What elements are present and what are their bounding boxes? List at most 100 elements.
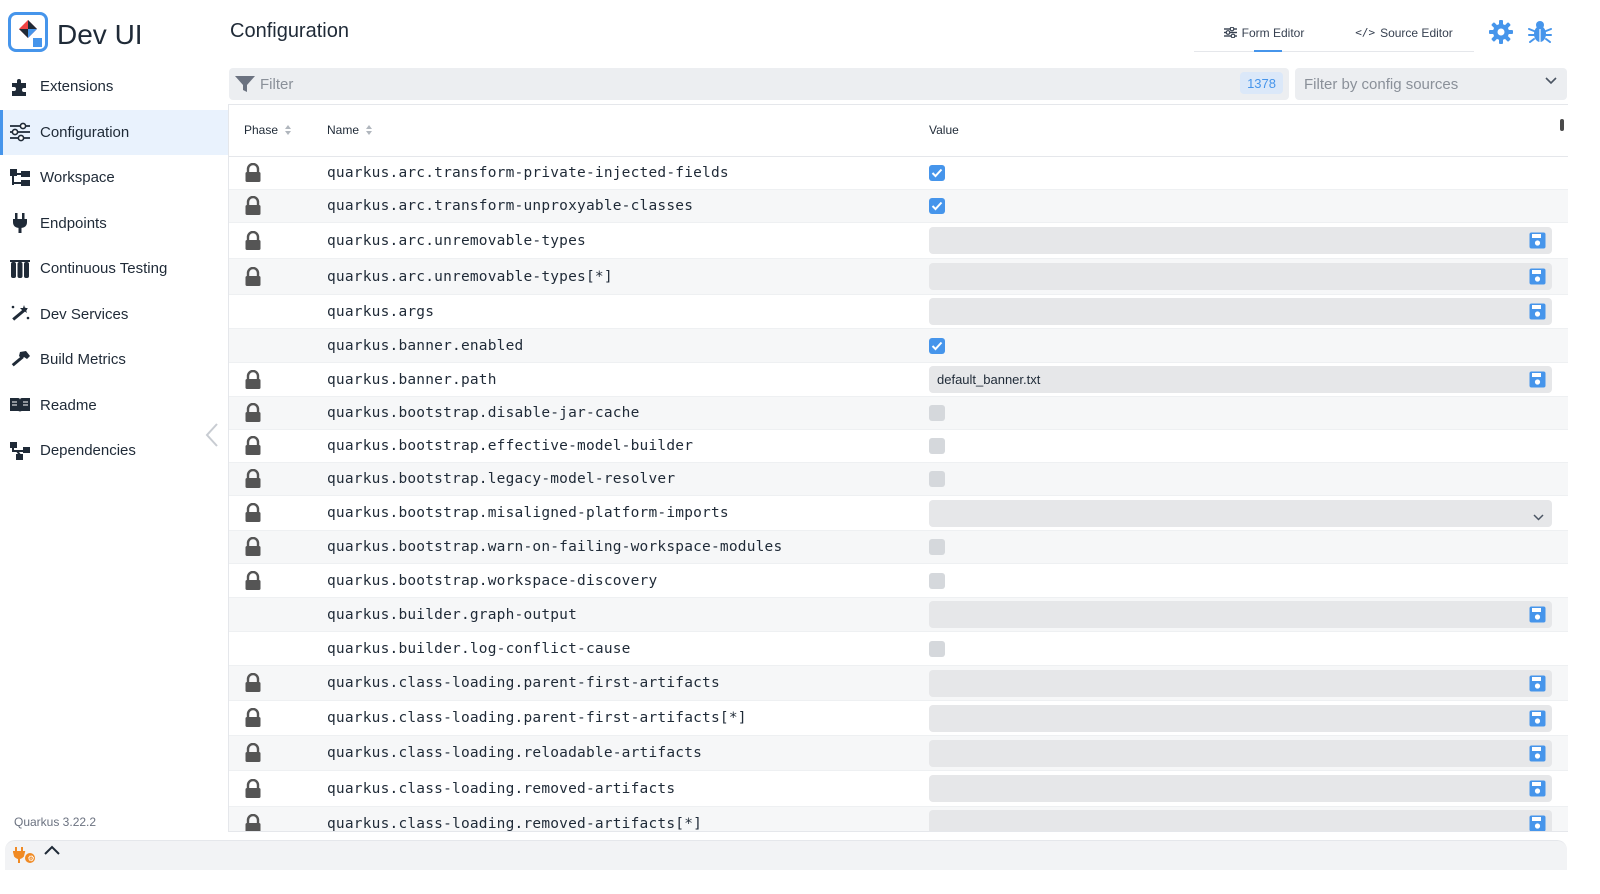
config-value-field[interactable] bbox=[929, 227, 1552, 254]
config-value-field[interactable] bbox=[929, 601, 1552, 628]
table-row: quarkus.arc.unremovable-types bbox=[229, 223, 1568, 259]
hammer-icon bbox=[9, 350, 31, 370]
tab-form-editor-label: Form Editor bbox=[1241, 25, 1305, 40]
table-row: quarkus.banner.enabled bbox=[229, 329, 1568, 363]
lock-icon bbox=[244, 502, 262, 523]
quarkus-logo-icon bbox=[8, 12, 48, 52]
sidebar-item-extensions[interactable]: Extensions bbox=[0, 64, 228, 110]
save-icon[interactable] bbox=[1529, 232, 1546, 249]
chevron-down-icon bbox=[1533, 509, 1544, 524]
sidebar-item-workspace[interactable]: Workspace bbox=[0, 155, 228, 201]
sidebar-item-readme[interactable]: Readme bbox=[0, 383, 228, 429]
save-icon[interactable] bbox=[1529, 268, 1546, 285]
column-header-phase[interactable]: Phase bbox=[244, 123, 292, 137]
column-phase-label: Phase bbox=[244, 123, 279, 137]
save-icon[interactable] bbox=[1529, 745, 1546, 762]
page-title: Configuration bbox=[230, 20, 349, 42]
tab-source-editor-label: Source Editor bbox=[1380, 25, 1453, 40]
table-row: quarkus.bootstrap.workspace-discovery bbox=[229, 564, 1568, 598]
sidebar-item-continuous-testing[interactable]: Continuous Testing bbox=[0, 246, 228, 292]
config-value-field[interactable] bbox=[929, 810, 1552, 831]
save-icon[interactable] bbox=[1529, 606, 1546, 623]
table-row: quarkus.class-loading.removed-artifacts[… bbox=[229, 807, 1568, 831]
config-checkbox[interactable] bbox=[929, 640, 945, 657]
table-row: quarkus.arc.transform-unproxyable-classe… bbox=[229, 190, 1568, 223]
version-label: Quarkus 3.22.2 bbox=[14, 815, 97, 829]
filter-input[interactable] bbox=[260, 75, 1160, 93]
sidebar-item-endpoints[interactable]: Endpoints bbox=[0, 201, 228, 247]
svg-text:⚙: ⚙ bbox=[28, 854, 35, 863]
config-checkbox[interactable] bbox=[929, 539, 945, 555]
table-row: quarkus.bootstrap.warn-on-failing-worksp… bbox=[229, 531, 1568, 564]
tab-source-editor[interactable]: </> Source Editor bbox=[1334, 14, 1474, 51]
sidebar-item-dev-services[interactable]: Dev Services bbox=[0, 292, 228, 338]
plug-icon bbox=[9, 213, 31, 234]
sidebar: Dev UI Extensions Configuration Workspace E… bbox=[0, 0, 228, 840]
save-icon[interactable] bbox=[1529, 371, 1546, 388]
table-row: quarkus.arc.unremovable-types[*] bbox=[229, 259, 1568, 295]
sidebar-item-dependencies[interactable]: Dependencies bbox=[0, 428, 228, 474]
config-property-name: quarkus.arc.unremovable-types[*] bbox=[327, 268, 613, 285]
tab-form-editor[interactable]: Form Editor bbox=[1194, 14, 1334, 52]
sliders-icon bbox=[9, 122, 31, 142]
config-checkbox[interactable] bbox=[929, 438, 945, 454]
app-title: Dev UI bbox=[57, 19, 143, 50]
chevron-up-icon[interactable] bbox=[43, 843, 61, 857]
config-source-select[interactable]: Filter by config sources bbox=[1295, 68, 1567, 100]
book-icon bbox=[9, 395, 31, 415]
config-value-field[interactable]: default_banner.txt bbox=[929, 366, 1552, 393]
diagram-icon bbox=[9, 441, 31, 461]
lock-icon bbox=[244, 813, 262, 831]
lock-icon bbox=[244, 468, 262, 489]
table-row: quarkus.class-loading.parent-first-artif… bbox=[229, 701, 1568, 736]
sidebar-item-label: Configuration bbox=[40, 123, 130, 141]
scrollbar[interactable] bbox=[1560, 119, 1564, 131]
sidebar-item-label: Continuous Testing bbox=[40, 260, 168, 278]
filter-bar: 1378 bbox=[229, 68, 1289, 100]
config-value-field[interactable] bbox=[929, 704, 1552, 732]
plugin-status-icon[interactable]: ⚙ bbox=[13, 845, 37, 865]
sidebar-item-configuration[interactable]: Configuration bbox=[0, 109, 228, 155]
config-checkbox[interactable] bbox=[929, 165, 945, 181]
save-icon[interactable] bbox=[1529, 303, 1546, 320]
config-property-name: quarkus.bootstrap.misaligned-platform-im… bbox=[327, 505, 729, 521]
config-property-name: quarkus.class-loading.parent-first-artif… bbox=[327, 675, 720, 691]
sort-icon bbox=[366, 124, 373, 136]
config-property-name: quarkus.banner.enabled bbox=[327, 337, 524, 354]
config-property-name: quarkus.bootstrap.warn-on-failing-worksp… bbox=[327, 539, 783, 555]
lock-icon bbox=[244, 230, 262, 251]
config-value-field[interactable] bbox=[929, 669, 1552, 697]
config-checkbox[interactable] bbox=[929, 471, 945, 487]
config-value-field[interactable] bbox=[929, 739, 1552, 767]
config-checkbox[interactable] bbox=[929, 337, 945, 354]
config-select[interactable] bbox=[929, 499, 1552, 527]
config-property-name: quarkus.builder.graph-output bbox=[327, 606, 578, 623]
config-property-name: quarkus.class-loading.removed-artifacts bbox=[327, 780, 676, 797]
sidebar-item-label: Readme bbox=[40, 396, 97, 414]
config-value-field[interactable] bbox=[929, 263, 1552, 290]
bug-icon[interactable] bbox=[1527, 19, 1553, 45]
sidebar-item-build-metrics[interactable]: Build Metrics bbox=[0, 337, 228, 383]
config-checkbox[interactable] bbox=[929, 405, 945, 421]
gear-icon[interactable] bbox=[1488, 19, 1514, 45]
sidebar-item-label: Dev Services bbox=[40, 305, 129, 323]
config-property-name: quarkus.builder.log-conflict-cause bbox=[327, 640, 631, 657]
column-header-name[interactable]: Name bbox=[327, 123, 373, 137]
lock-icon bbox=[244, 369, 262, 390]
table-row: quarkus.bootstrap.disable-jar-cache bbox=[229, 397, 1568, 430]
config-value-field[interactable] bbox=[929, 298, 1552, 325]
sidebar-item-label: Build Metrics bbox=[40, 351, 126, 369]
config-value-field[interactable] bbox=[929, 775, 1552, 802]
save-icon[interactable] bbox=[1529, 815, 1546, 831]
save-icon[interactable] bbox=[1529, 710, 1546, 727]
config-checkbox[interactable] bbox=[929, 572, 945, 589]
table-row: quarkus.class-loading.reloadable-artifac… bbox=[229, 736, 1568, 771]
save-icon[interactable] bbox=[1529, 675, 1546, 692]
collapse-sidebar-icon[interactable] bbox=[202, 420, 222, 450]
sidebar-item-label: Endpoints bbox=[40, 214, 107, 232]
app-logo[interactable]: Dev UI bbox=[8, 12, 143, 52]
lock-icon bbox=[244, 435, 262, 456]
save-icon[interactable] bbox=[1529, 780, 1546, 797]
config-checkbox[interactable] bbox=[929, 198, 945, 214]
folder-tree-icon bbox=[9, 168, 31, 188]
